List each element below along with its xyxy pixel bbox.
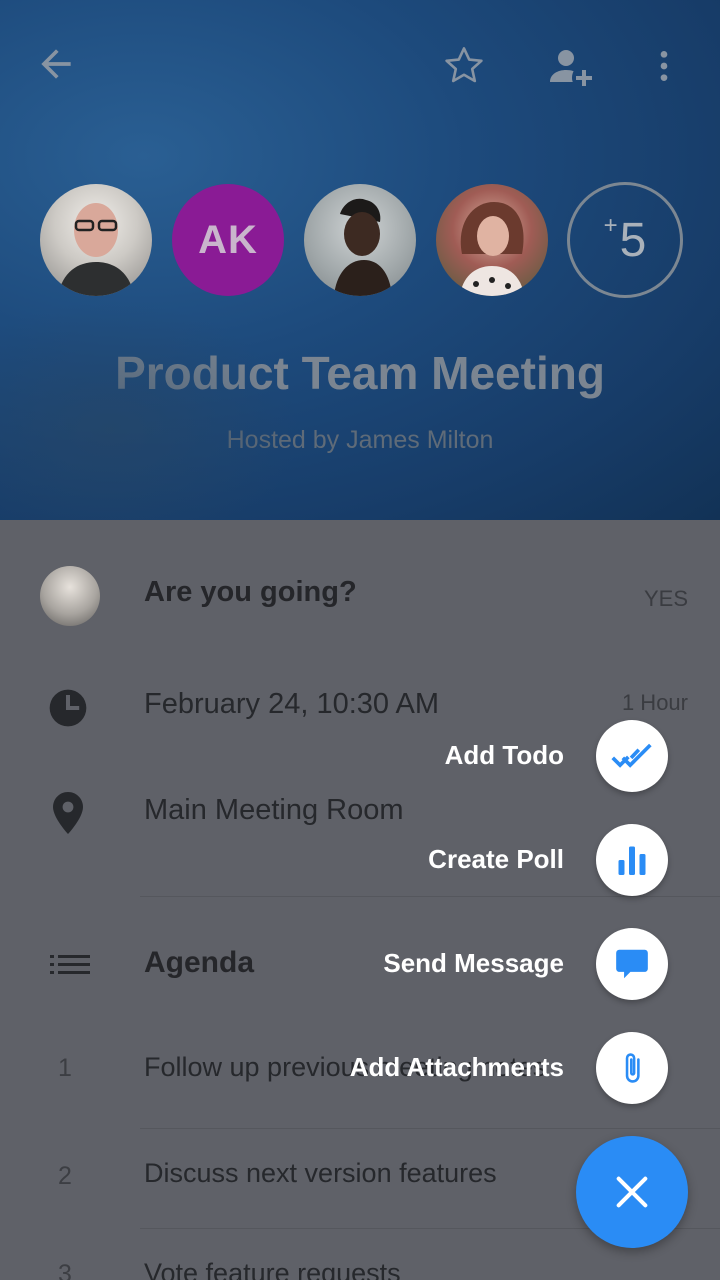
- add-participant-button[interactable]: [538, 34, 602, 98]
- create-poll-button[interactable]: [596, 824, 668, 896]
- location-pin-icon: [53, 792, 83, 834]
- star-outline-icon: [445, 47, 483, 83]
- rsvp-question: Are you going?: [144, 576, 357, 608]
- event-location: Main Meeting Room: [144, 794, 404, 826]
- arrow-back-icon: [41, 49, 71, 79]
- event-header: AK +5 Product Team Meeting Hosted by Jam…: [0, 0, 720, 520]
- rsvp-answer[interactable]: YES: [644, 586, 688, 612]
- back-button[interactable]: [22, 34, 90, 94]
- more-options-button[interactable]: [640, 34, 688, 98]
- event-duration: 1 Hour: [621, 690, 688, 715]
- person-photo-icon: [460, 202, 524, 296]
- list-icon: [50, 955, 90, 974]
- send-message-button[interactable]: [596, 928, 668, 1000]
- add-todo-label[interactable]: Add Todo: [445, 740, 564, 771]
- send-message-label[interactable]: Send Message: [383, 948, 564, 979]
- attendee-avatar[interactable]: [40, 184, 152, 296]
- avatar-initials: AK: [198, 217, 258, 262]
- agenda-item-text[interactable]: Discuss next version features: [144, 1158, 497, 1189]
- page-title: Product Team Meeting: [115, 347, 605, 399]
- more-attendees-count[interactable]: +5: [567, 182, 683, 298]
- divider: [140, 896, 720, 897]
- agenda-item-number: 1: [58, 1054, 72, 1082]
- host-subtitle: Hosted by James Milton: [226, 426, 494, 454]
- close-icon: [616, 1176, 648, 1208]
- attendee-avatar[interactable]: [436, 184, 548, 296]
- person-photo-icon: [58, 203, 134, 296]
- double-check-icon: [611, 743, 652, 768]
- agenda-title: Agenda: [144, 946, 255, 979]
- user-avatar: [40, 566, 100, 626]
- paperclip-icon: [625, 1053, 640, 1083]
- attendee-avatar[interactable]: [304, 184, 416, 296]
- agenda-item-text[interactable]: Vote feature requests: [144, 1258, 401, 1280]
- add-todo-button[interactable]: [596, 720, 668, 792]
- bar-chart-icon: [618, 846, 646, 875]
- agenda-item-number: 2: [58, 1162, 72, 1190]
- add-attachments-label[interactable]: Add Attachments: [350, 1052, 564, 1083]
- attendee-avatars: AK +5: [40, 182, 690, 298]
- chat-bubble-icon: [616, 949, 648, 979]
- person-photo-icon: [334, 198, 392, 296]
- clock-icon: [49, 689, 87, 727]
- favorite-button[interactable]: [432, 34, 496, 98]
- attendee-avatar-initials[interactable]: AK: [172, 184, 284, 296]
- event-date: February 24, 10:30 AM: [144, 688, 439, 720]
- more-count: 5: [619, 213, 647, 267]
- person-add-icon: [550, 50, 592, 86]
- create-poll-label[interactable]: Create Poll: [428, 844, 564, 875]
- agenda-item-number: 3: [58, 1260, 72, 1280]
- divider: [140, 1128, 720, 1129]
- more-vert-icon: [660, 51, 668, 81]
- more-prefix: +: [603, 212, 618, 239]
- add-attachments-button[interactable]: [596, 1032, 668, 1104]
- close-fab-button[interactable]: [576, 1136, 688, 1248]
